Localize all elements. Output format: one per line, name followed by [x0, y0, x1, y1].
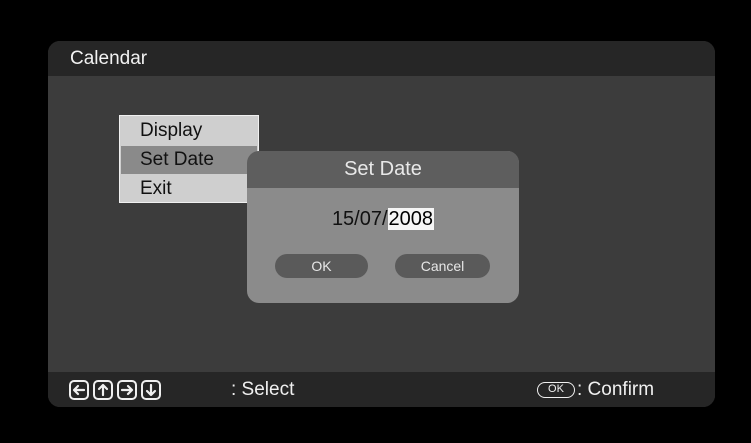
confirm-hint: : Confirm — [577, 379, 655, 400]
date-year[interactable]: 2008 — [387, 208, 435, 230]
nav-keys — [69, 379, 165, 401]
arrow-up-icon — [93, 380, 113, 400]
screen-title: Calendar — [48, 41, 715, 76]
menu-item-display[interactable]: Display — [121, 117, 257, 145]
set-date-dialog: Set Date 15/07/2008 OK Cancel — [247, 151, 519, 303]
arrow-right-icon — [117, 380, 137, 400]
footer: : Select OK : Confirm — [48, 372, 715, 407]
arrow-down-icon — [141, 380, 161, 400]
select-hint: : Select — [231, 379, 295, 400]
menu-item-set-date[interactable]: Set Date — [121, 146, 257, 174]
calendar-screen: Calendar Display Set Date Exit Set Date … — [48, 41, 715, 407]
dialog-title: Set Date — [247, 151, 519, 188]
cancel-button[interactable]: Cancel — [395, 254, 490, 278]
arrow-left-icon — [69, 380, 89, 400]
date-field[interactable]: 15/07/2008 — [247, 208, 519, 231]
ok-key-icon: OK — [537, 382, 575, 398]
ok-button[interactable]: OK — [275, 254, 368, 278]
menu: Display Set Date Exit — [119, 115, 259, 203]
date-day-month[interactable]: 15/07/ — [332, 208, 388, 230]
menu-item-exit[interactable]: Exit — [121, 175, 257, 203]
